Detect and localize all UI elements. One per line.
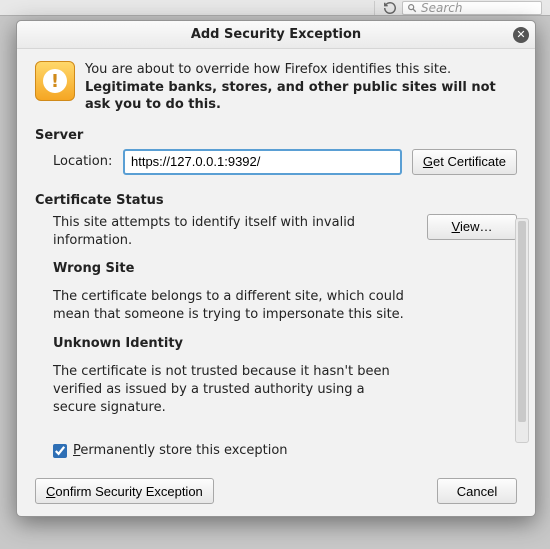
permanent-store-row: Permanently store this exception: [35, 443, 517, 458]
get-certificate-button[interactable]: Get Certificate: [412, 149, 517, 175]
security-exception-dialog: Add Security Exception ✕ ! You are about…: [16, 20, 536, 517]
view-button[interactable]: View…: [427, 214, 517, 240]
confirm-exception-button[interactable]: Confirm Security Exception: [35, 478, 214, 504]
intro-row: ! You are about to override how Firefox …: [35, 61, 517, 114]
location-input[interactable]: [123, 149, 402, 175]
close-icon: ✕: [516, 29, 525, 40]
status-text: This site attempts to identify itself wi…: [35, 214, 407, 428]
reload-icon[interactable]: [374, 1, 398, 15]
intro-text: You are about to override how Firefox id…: [85, 61, 517, 114]
wrong-site-body: The certificate belongs to a different s…: [53, 288, 407, 324]
dialog-titlebar: Add Security Exception ✕: [17, 21, 535, 49]
wrong-site-head: Wrong Site: [53, 260, 407, 278]
status-intro: This site attempts to identify itself wi…: [53, 214, 407, 250]
permanent-store-label[interactable]: Permanently store this exception: [73, 443, 288, 458]
intro-line1: You are about to override how Firefox id…: [85, 61, 517, 79]
status-area: This site attempts to identify itself wi…: [35, 214, 517, 428]
status-heading: Certificate Status: [35, 193, 517, 208]
warning-icon: !: [35, 61, 75, 101]
search-field[interactable]: Search: [402, 1, 542, 15]
server-row: Location: Get Certificate: [35, 149, 517, 175]
scrollbar[interactable]: [515, 218, 529, 444]
cancel-button[interactable]: Cancel: [437, 478, 517, 504]
dialog-title: Add Security Exception: [191, 27, 361, 42]
search-icon: [407, 3, 417, 13]
intro-line2: Legitimate banks, stores, and other publ…: [85, 79, 517, 114]
close-button[interactable]: ✕: [513, 27, 529, 43]
dialog-content: ! You are about to override how Firefox …: [17, 49, 535, 516]
unknown-identity-head: Unknown Identity: [53, 335, 407, 353]
dialog-button-row: Confirm Security Exception Cancel: [35, 478, 517, 504]
browser-toolbar: Search: [0, 0, 550, 16]
search-placeholder: Search: [421, 1, 463, 15]
location-label: Location:: [53, 154, 113, 169]
unknown-identity-body: The certificate is not trusted because i…: [53, 363, 407, 418]
server-heading: Server: [35, 128, 517, 143]
permanent-store-checkbox[interactable]: [53, 444, 67, 458]
